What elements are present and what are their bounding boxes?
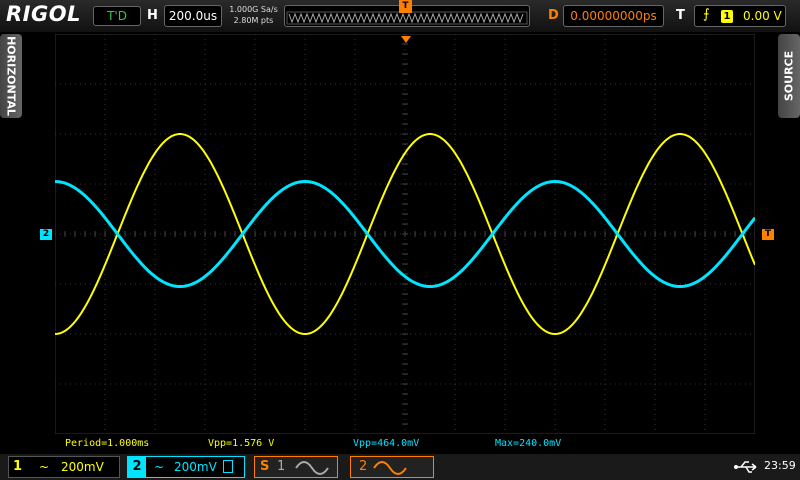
math-s1-number: 1	[277, 459, 286, 474]
ch2-coupling: ~	[154, 460, 165, 474]
ch1-scale: 200mV	[61, 460, 104, 474]
ch2-offset-marker[interactable]: 2	[40, 229, 52, 240]
brand-logo: RIGOL	[6, 2, 81, 26]
trigger-readout[interactable]: ⨍ 1 0.00 V	[694, 5, 786, 27]
measurement-period: Period=1.000ms	[65, 438, 150, 449]
delay-value: 0.00000000ps	[570, 9, 657, 23]
sine-wave-icon	[295, 461, 329, 475]
ch1-coupling: ~	[39, 460, 50, 474]
horizontal-tab[interactable]: HORIZONTAL	[0, 34, 22, 118]
trigger-level-marker[interactable]: T	[762, 229, 774, 240]
horizontal-tab-label: HORIZONTAL	[4, 36, 18, 116]
measurement-vpp-ch2: Vpp=464.0mV	[353, 438, 420, 449]
math-2-settings[interactable]: 2	[350, 456, 434, 478]
trigger-label: T	[676, 8, 685, 23]
sample-rate: 1.000G Sa/s	[229, 5, 278, 14]
ch1-number: 1	[13, 459, 23, 474]
measurement-vpp-ch1: Vpp=1.576 V	[208, 438, 275, 449]
run-status-indicator[interactable]: T'D	[93, 6, 141, 26]
trigger-position-marker[interactable]: T	[399, 0, 412, 13]
math-2-number: 2	[359, 459, 368, 474]
trigger-source-badge: 1	[721, 10, 733, 23]
source-tab-label: SOURCE	[782, 50, 796, 102]
measurement-max-ch2: Max=240.0mV	[495, 438, 562, 449]
delay-label: D	[548, 8, 559, 23]
run-status-text: T'D	[107, 9, 127, 23]
bottom-channel-bar: 1 ~ 200mV 2 ~ 200mV S 1 2 23:59	[0, 454, 800, 480]
sine-wave-icon	[373, 461, 407, 475]
timebase-value: 200.0us	[168, 9, 218, 23]
timebase-readout[interactable]: 200.0us	[164, 5, 222, 27]
memory-depth: 2.80M pts	[233, 16, 274, 25]
ch2-scale: 200mV	[174, 460, 217, 474]
horizontal-label: H	[147, 8, 158, 23]
top-status-bar: RIGOL T'D H 200.0us 1.000G Sa/s 2.80M pt…	[0, 0, 800, 32]
bandwidth-limit-icon	[223, 460, 233, 473]
ch1-settings[interactable]: 1 ~ 200mV	[8, 456, 120, 478]
math-s1-prefix: S	[260, 459, 270, 474]
ch2-number: 2	[128, 457, 146, 477]
math-s1-settings[interactable]: S 1	[254, 456, 338, 478]
ch2-settings[interactable]: 2 ~ 200mV	[127, 456, 245, 478]
acquisition-info: 1.000G Sa/s 2.80M pts	[226, 4, 281, 26]
trigger-level-value: 0.00 V	[743, 9, 782, 23]
clock: 23:59	[764, 459, 796, 472]
source-tab[interactable]: SOURCE	[778, 34, 800, 118]
rising-edge-icon: ⨍	[703, 7, 710, 22]
usb-icon	[734, 461, 757, 473]
waveform-display[interactable]	[55, 34, 755, 434]
delay-readout[interactable]: 0.00000000ps	[563, 5, 664, 27]
